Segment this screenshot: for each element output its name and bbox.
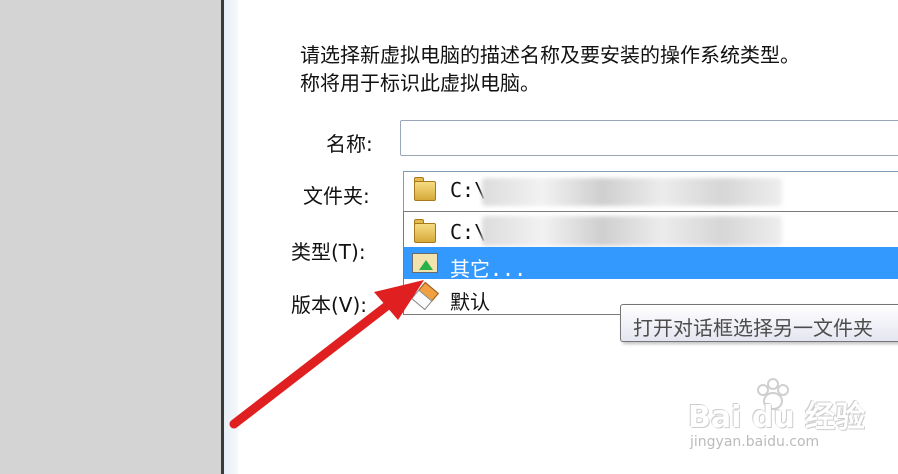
watermark-brand: Bai du 经验 [688, 400, 866, 435]
watermark-url: jingyan.baidu.com [690, 434, 820, 450]
baidu-watermark: Bai du 经验 jingyan.baidu.com [688, 378, 888, 462]
